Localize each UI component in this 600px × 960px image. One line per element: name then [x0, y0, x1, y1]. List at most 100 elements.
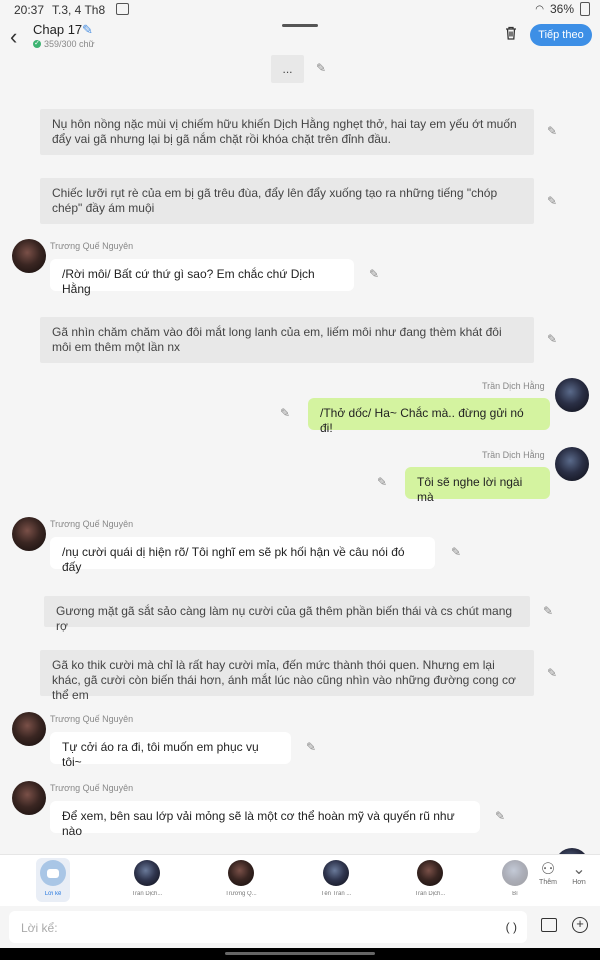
collapse-button[interactable]: ⌄ Hơn: [563, 861, 595, 886]
narration-text: Gã ko thik cười mà chỉ là rất hay cười m…: [52, 658, 516, 702]
avatar: [323, 860, 349, 886]
add-character-button[interactable]: ⚇ Thêm: [532, 861, 564, 886]
narration-bubble[interactable]: ...: [271, 55, 304, 83]
avatar[interactable]: [555, 378, 589, 412]
plus-icon[interactable]: +: [572, 917, 588, 933]
status-time: 20:37: [14, 3, 45, 17]
narration-text: Gã nhìn chăm chăm vào đôi mắt long lanh …: [52, 325, 502, 354]
paren-button[interactable]: ( ): [506, 920, 517, 934]
narration-bubble[interactable]: Chiếc lưỡi rụt rè của em bị gã trêu đùa,…: [40, 178, 534, 224]
status-bar: 20:37 T.3, 4 Th8 ◠ 36%: [0, 0, 600, 20]
edit-icon[interactable]: ✎: [547, 125, 559, 137]
avatar[interactable]: [12, 712, 46, 746]
header: ‹ Chap 17 ✎ ✓ 359/300 chữ Tiếp theo: [0, 20, 600, 52]
avatar: [502, 860, 528, 886]
narration-text: Nụ hôn nồng nặc mùi vị chiếm hữu khiến D…: [52, 117, 517, 146]
edit-icon[interactable]: ✎: [369, 268, 381, 280]
sender-name: Trương Quế Nguyên: [50, 783, 134, 793]
add-person-icon: ⚇: [540, 861, 556, 878]
message-bubble[interactable]: /Rời môi/ Bất cứ thứ gì sao? Em chắc chứ…: [50, 259, 354, 296]
narration-bubble[interactable]: Gương mặt gã sắt sảo càng làm nụ cười củ…: [44, 596, 530, 633]
message-bubble[interactable]: /Thở dốc/ Ha~ Chắc mà.. đừng gửi nó đi!: [308, 398, 550, 435]
chat-area[interactable]: ... ✎ Nụ hôn nồng nặc mùi vị chiếm hữu k…: [0, 52, 600, 854]
message-field[interactable]: ( ): [9, 911, 527, 945]
message-bubble[interactable]: /nụ cười quái dị hiện rõ/ Tôi nghĩ em sẽ…: [50, 537, 435, 574]
narration-bubble[interactable]: Nụ hôn nồng nặc mùi vị chiếm hữu khiến D…: [40, 109, 534, 155]
battery-icon: [580, 2, 590, 16]
sender-name: Trần Dịch Hằng: [482, 381, 545, 391]
message-input[interactable]: [19, 911, 483, 945]
message-text: Tự cởi áo ra đi, tôi muốn em phục vụ tôi…: [62, 740, 259, 769]
message-bubble[interactable]: Để xem, bên sau lớp vải mỏng sẽ là một c…: [50, 801, 480, 838]
next-button[interactable]: Tiếp theo: [530, 24, 592, 46]
chapter-title: Chap 17: [33, 22, 83, 37]
avatar: [134, 860, 160, 886]
message-text: Tôi sẽ nghe lời ngài mà: [417, 475, 523, 504]
edit-icon[interactable]: ✎: [547, 667, 559, 679]
edit-icon[interactable]: ✎: [547, 333, 559, 345]
sender-name: Trần Dịch Hằng: [482, 450, 545, 460]
avatar[interactable]: [12, 517, 46, 551]
narration-text: ...: [282, 62, 293, 76]
narration-bubble[interactable]: Gã nhìn chăm chăm vào đôi mắt long lanh …: [40, 317, 534, 363]
narration-chip[interactable]: Lời kể: [36, 858, 70, 902]
chip-label: Tên Trần ...: [320, 891, 352, 897]
trash-icon[interactable]: [503, 25, 519, 41]
edit-icon[interactable]: ✎: [316, 62, 328, 74]
chip-label: Trương Q...: [225, 891, 257, 897]
edit-icon[interactable]: ✎: [451, 546, 463, 558]
gallery-icon: [116, 3, 129, 15]
sender-name: Trương Quế Nguyên: [50, 714, 134, 724]
edit-icon[interactable]: ✎: [306, 741, 318, 753]
character-chip[interactable]: Trần Dịch...: [119, 858, 175, 897]
edit-icon[interactable]: ✎: [377, 476, 389, 488]
edit-icon[interactable]: ✎: [543, 605, 555, 617]
edit-icon[interactable]: ✎: [547, 195, 559, 207]
collapse-label: Hơn: [572, 879, 586, 886]
battery-percent: 36%: [549, 2, 574, 16]
chip-label: Bì: [512, 891, 518, 897]
chip-label: Lời kể: [44, 891, 62, 897]
character-chip[interactable]: Tên Trần ...: [308, 858, 364, 897]
message-bubble[interactable]: Tôi sẽ nghe lời ngài mà: [405, 467, 550, 504]
wifi-icon: ◠: [535, 3, 544, 15]
message-text: /Rời môi/ Bất cứ thứ gì sao? Em chắc chứ…: [62, 267, 315, 296]
message-text: /nụ cười quái dị hiện rõ/ Tôi nghĩ em sẽ…: [62, 545, 405, 574]
narration-text: Chiếc lưỡi rụt rè của em bị gã trêu đùa,…: [52, 186, 498, 215]
status-date: T.3, 4 Th8: [52, 3, 106, 17]
status-right: ◠ 36%: [535, 2, 590, 16]
pencil-icon[interactable]: ✎: [82, 22, 93, 38]
avatar[interactable]: [12, 239, 46, 273]
chip-label: Trần Dịch...: [414, 891, 446, 897]
avatar[interactable]: [555, 447, 589, 481]
sender-name: Trương Quế Nguyên: [50, 519, 134, 529]
message-text: /Thở dốc/ Ha~ Chắc mà.. đừng gửi nó đi!: [320, 406, 524, 435]
edit-icon[interactable]: ✎: [280, 407, 292, 419]
sender-name: Trương Quế Nguyên: [50, 241, 134, 251]
back-icon[interactable]: ‹: [10, 24, 17, 50]
character-bar: Lời kể Trần Dịch... Trương Q... Tên Trần…: [0, 854, 600, 907]
narration-bubble[interactable]: Gã ko thik cười mà chỉ là rất hay cười m…: [40, 650, 534, 702]
message-bubble[interactable]: Tự cởi áo ra đi, tôi muốn em phục vụ tôi…: [50, 732, 291, 769]
chevron-down-icon: ⌄: [572, 861, 586, 878]
input-bar: ( ) +: [0, 906, 600, 948]
narration-text: Gương mặt gã sắt sảo càng làm nụ cười củ…: [56, 604, 513, 633]
edit-icon[interactable]: ✎: [495, 810, 507, 822]
character-chip[interactable]: Trần Dịch...: [402, 858, 458, 897]
home-indicator[interactable]: [225, 952, 375, 955]
message-text: Để xem, bên sau lớp vải mỏng sẽ là một c…: [62, 809, 455, 838]
avatar: [228, 860, 254, 886]
word-count: ✓ 359/300 chữ: [33, 39, 95, 49]
avatar[interactable]: [12, 781, 46, 815]
check-icon: ✓: [33, 40, 41, 48]
character-chip[interactable]: Bì: [500, 858, 530, 897]
avatar: [417, 860, 443, 886]
character-chip[interactable]: Trương Q...: [213, 858, 269, 897]
chip-label: Trần Dịch...: [131, 891, 163, 897]
add-character-label: Thêm: [539, 879, 557, 886]
drag-handle[interactable]: [282, 24, 318, 27]
chat-icon: [40, 860, 66, 886]
image-icon[interactable]: [541, 918, 557, 932]
word-count-text: 359/300 chữ: [44, 39, 95, 49]
system-nav-bar: [0, 948, 600, 960]
